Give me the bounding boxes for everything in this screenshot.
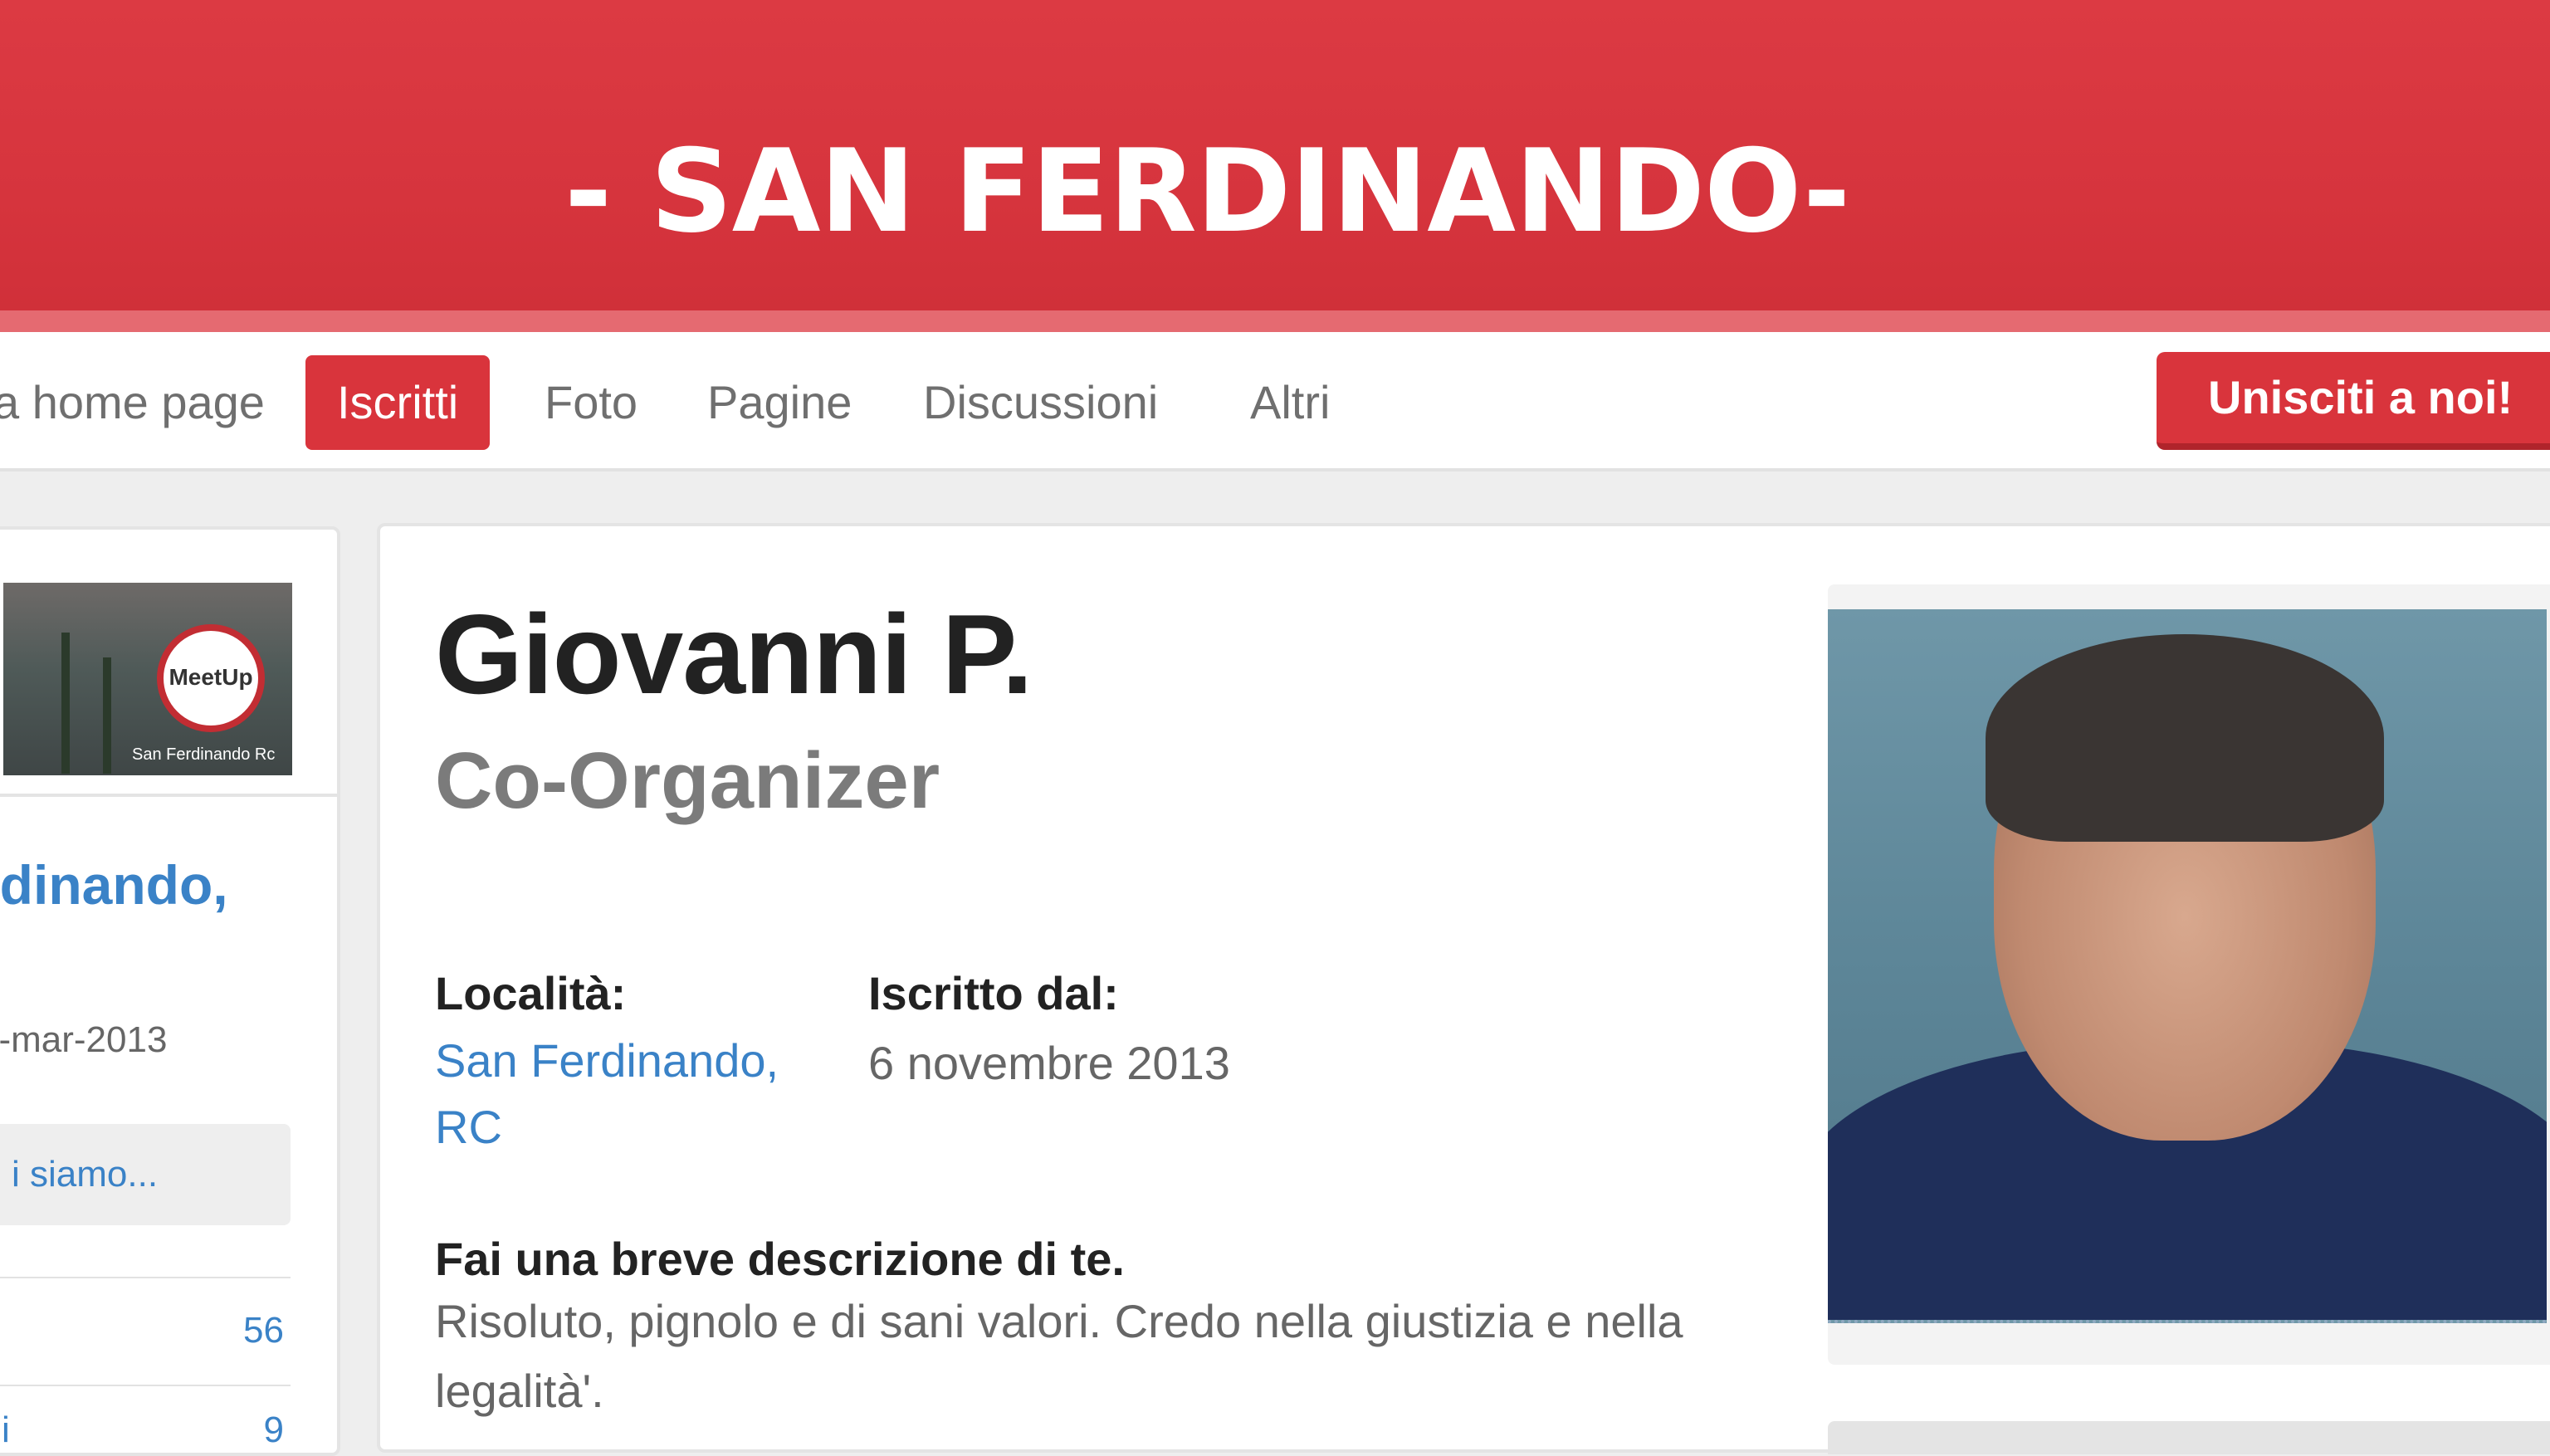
members-count[interactable]: 56 <box>243 1310 284 1351</box>
logo-text: MeetUp <box>169 664 253 690</box>
secondary-card-edge <box>1828 1421 2550 1454</box>
photo-hair <box>1986 634 2384 842</box>
palm-tree-decoration <box>61 633 70 774</box>
about-us-button[interactable]: i siamo... <box>0 1124 291 1225</box>
nav-members[interactable]: Iscritti <box>305 355 491 450</box>
join-button[interactable]: Unisciti a noi! <box>2157 352 2550 450</box>
sidebar-divider <box>0 794 340 797</box>
photo-caption: San Ferdinando Rc <box>132 745 276 764</box>
meetup-logo: MeetUp <box>157 624 265 732</box>
palm-tree-decoration <box>103 657 111 774</box>
joined-date: 6 novembre 2013 <box>868 1037 1230 1089</box>
nav-home[interactable]: a home page <box>0 355 265 450</box>
group-banner: - SAN FERDINANDO- <box>0 0 2550 332</box>
group-name-link[interactable]: rdinando, <box>0 853 228 916</box>
group-sidebar: MeetUp San Ferdinando Rc rdinando, 5-mar… <box>0 526 340 1456</box>
location-link[interactable]: San Ferdinando, RC <box>435 1028 833 1160</box>
stat-count[interactable]: 9 <box>264 1410 284 1451</box>
stat-divider <box>0 1277 291 1278</box>
nav-photos[interactable]: Foto <box>545 355 638 450</box>
joined-label: Iscritto dal: <box>868 967 1119 1019</box>
member-name: Giovanni P. <box>435 591 1033 717</box>
group-nav: a home page Iscritti Foto Pagine Discuss… <box>0 332 2550 471</box>
stat-divider <box>0 1385 291 1386</box>
description-label: Fai una breve descrizione di te. <box>435 1233 1125 1285</box>
nav-more[interactable]: Altri <box>1250 355 1330 450</box>
member-profile-card: Giovanni P. Co-Organizer Località: San F… <box>377 523 2550 1454</box>
profile-photo-container <box>1828 584 2550 1365</box>
founded-date: 5-mar-2013 <box>0 1019 168 1060</box>
description-text: Risoluto, pignolo e di sani valori. Cred… <box>435 1295 1683 1417</box>
nav-discussions[interactable]: Discussioni <box>923 355 1158 450</box>
member-role: Co-Organizer <box>435 736 940 825</box>
profile-photo[interactable] <box>1828 609 2547 1323</box>
location-label: Località: <box>435 967 627 1019</box>
banner-strip <box>0 310 2550 332</box>
group-photo[interactable]: MeetUp San Ferdinando Rc <box>3 583 292 775</box>
banner-title: - SAN FERDINANDO- <box>564 125 1850 258</box>
stat-label[interactable]: i <box>2 1410 10 1451</box>
nav-pages[interactable]: Pagine <box>707 355 852 450</box>
